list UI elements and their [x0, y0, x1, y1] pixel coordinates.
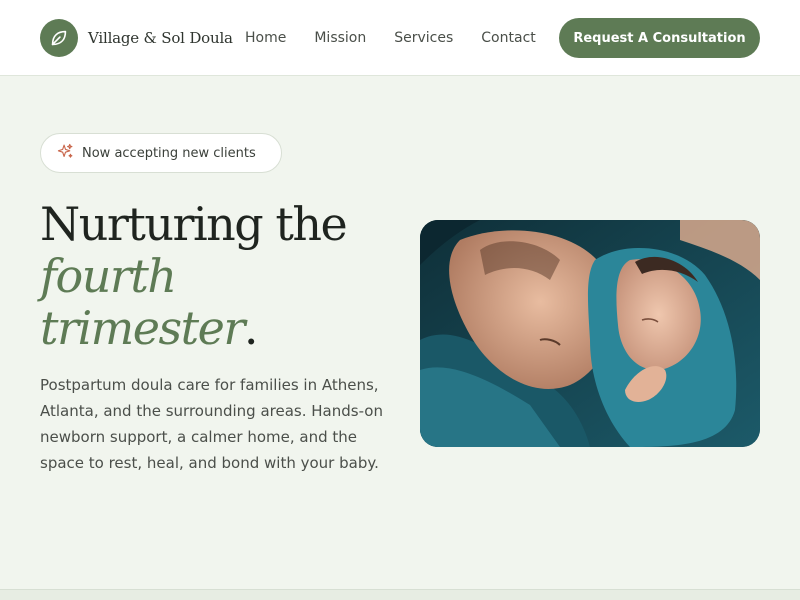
leaf-icon: [40, 19, 78, 57]
sparkle-icon: [57, 143, 74, 164]
brand[interactable]: Village & Sol Doula: [40, 19, 233, 57]
headline-accent-word: trimester: [40, 301, 245, 355]
headline-line: Nurturing the: [40, 197, 348, 251]
nav-home[interactable]: Home: [245, 29, 286, 47]
nav-mission[interactable]: Mission: [314, 29, 366, 47]
page-title: Nurturing the fourth trimester.: [40, 198, 400, 354]
site-header: Village & Sol Doula Home Mission Service…: [0, 0, 800, 76]
nav-contact[interactable]: Contact: [481, 29, 535, 47]
hero-photo: [420, 220, 760, 447]
next-section-edge: [0, 589, 800, 600]
badge-text: Now accepting new clients: [82, 145, 256, 161]
brand-name: Village & Sol Doula: [88, 29, 233, 47]
status-badge: Now accepting new clients: [40, 133, 282, 173]
headline-accent-line-2: trimester.: [40, 302, 400, 354]
request-consultation-button[interactable]: Request A Consultation: [559, 18, 760, 58]
hero-description: Postpartum doula care for families in At…: [40, 376, 383, 472]
main-nav: Home Mission Services Contact: [245, 29, 536, 47]
headline-accent-line: fourth: [40, 249, 177, 303]
headline-period: .: [243, 301, 259, 355]
nav-services[interactable]: Services: [394, 29, 453, 47]
